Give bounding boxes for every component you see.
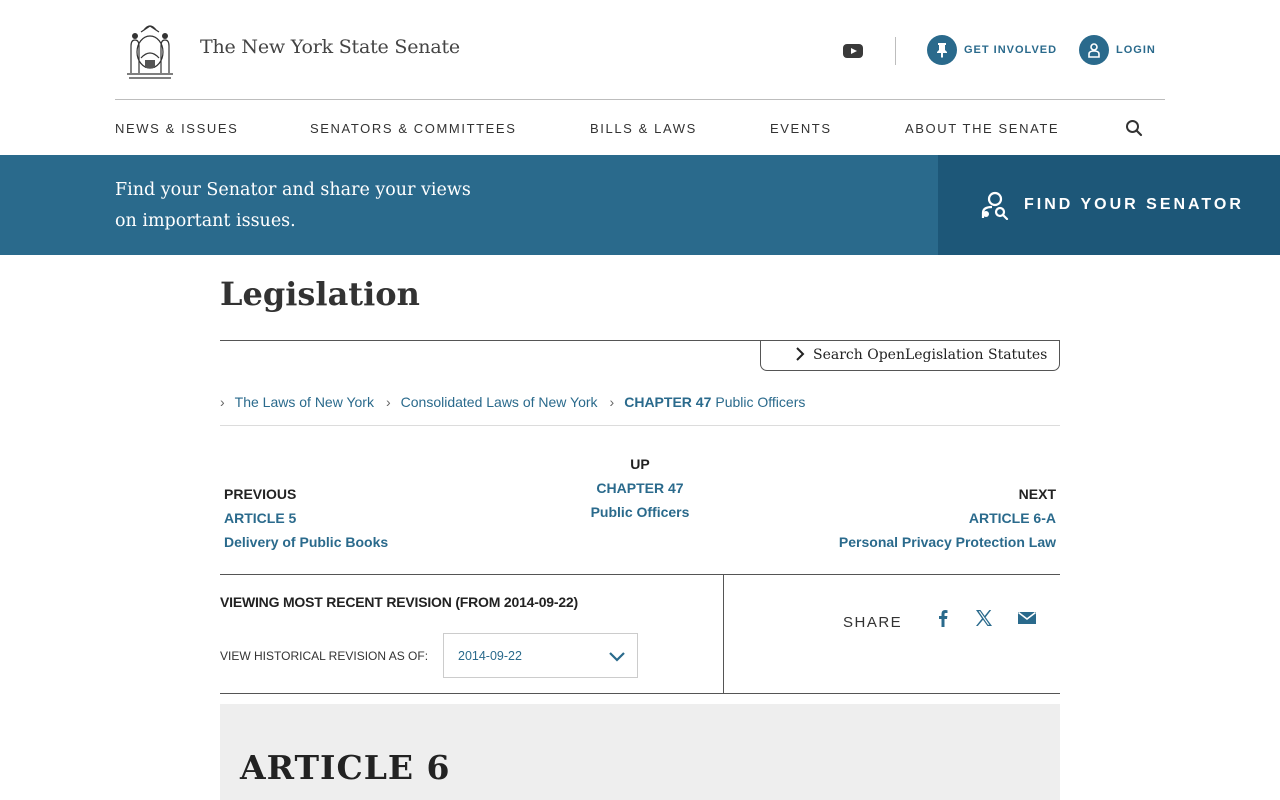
ny-seal-icon[interactable] <box>119 18 181 80</box>
previous-article: PREVIOUS ARTICLE 5 Delivery of Public Bo… <box>224 482 388 554</box>
main-nav: NEWS & ISSUES SENATORS & COMMITTEES BILL… <box>115 100 1165 155</box>
up-chapter-code[interactable]: CHAPTER 47 <box>540 476 740 500</box>
page-title: Legislation <box>220 275 420 313</box>
senator-locator-icon <box>981 191 1009 220</box>
up-chapter: UP CHAPTER 47 Public Officers <box>540 452 740 524</box>
search-icon[interactable] <box>1125 119 1143 137</box>
up-label: UP <box>630 456 650 472</box>
get-involved-button[interactable]: GET INVOLVED <box>927 35 1057 65</box>
user-icon <box>1079 35 1109 65</box>
next-article-code[interactable]: ARTICLE 6-A <box>760 506 1056 530</box>
previous-article-code[interactable]: ARTICLE 5 <box>224 506 388 530</box>
chevron-right-icon: › <box>220 394 225 410</box>
chevron-right-icon <box>796 347 805 361</box>
revision-label: VIEW HISTORICAL REVISION AS OF: <box>220 649 429 663</box>
login-button[interactable]: LOGIN <box>1079 35 1156 65</box>
x-icon[interactable] <box>973 608 995 628</box>
up-chapter-name[interactable]: Public Officers <box>540 500 740 524</box>
find-senator-banner: Find your Senator and share your views o… <box>0 155 1280 255</box>
previous-label: PREVIOUS <box>224 486 297 502</box>
site-title[interactable]: The New York State Senate <box>200 36 460 58</box>
search-openlegislation-label: Search OpenLegislation Statutes <box>813 347 1048 363</box>
breadcrumb-laws-of-new-york[interactable]: The Laws of New York <box>235 394 374 410</box>
revision-selected-value: 2014-09-22 <box>458 648 522 663</box>
next-label: NEXT <box>1018 486 1056 502</box>
nav-senators-committees[interactable]: SENATORS & COMMITTEES <box>310 121 516 136</box>
revision-title: VIEWING MOST RECENT REVISION (FROM 2014-… <box>220 594 578 610</box>
breadcrumb: › The Laws of New York › Consolidated La… <box>220 394 817 410</box>
login-label: LOGIN <box>1116 44 1156 56</box>
article-header: ARTICLE 6 <box>220 704 1060 800</box>
chevron-down-icon <box>609 652 625 662</box>
chevron-right-icon: › <box>385 394 391 410</box>
find-your-senator-button[interactable]: FIND YOUR SENATOR <box>938 155 1280 255</box>
revision-top-divider <box>220 574 1060 575</box>
facebook-icon[interactable] <box>932 608 954 628</box>
next-article-name[interactable]: Personal Privacy Protection Law <box>760 530 1056 554</box>
email-icon[interactable] <box>1016 608 1038 628</box>
header-divider <box>895 37 896 65</box>
revision-date-select[interactable]: 2014-09-22 <box>443 633 638 678</box>
next-article: NEXT ARTICLE 6-A Personal Privacy Protec… <box>760 482 1056 554</box>
breadcrumb-chapter-name: Public Officers <box>715 394 806 410</box>
search-openlegislation-statutes-button[interactable]: Search OpenLegislation Statutes <box>760 340 1060 371</box>
article-title: ARTICLE 6 <box>240 748 451 787</box>
chevron-right-icon: › <box>609 394 615 410</box>
breadcrumb-consolidated-laws[interactable]: Consolidated Laws of New York <box>401 394 598 410</box>
revision-share-divider <box>723 575 724 693</box>
breadcrumb-chapter-47[interactable]: CHAPTER 47 <box>624 394 711 410</box>
nav-news-issues[interactable]: NEWS & ISSUES <box>115 121 238 136</box>
breadcrumb-item: › The Laws of New York <box>220 394 374 410</box>
pushpin-icon <box>927 35 957 65</box>
banner-text: Find your Senator and share your views o… <box>115 180 471 231</box>
breadcrumb-divider <box>220 425 1060 426</box>
share-label: SHARE <box>843 614 903 631</box>
get-involved-label: GET INVOLVED <box>964 44 1058 56</box>
previous-article-name[interactable]: Delivery of Public Books <box>224 530 388 554</box>
nav-events[interactable]: EVENTS <box>770 121 832 136</box>
nav-bills-laws[interactable]: BILLS & LAWS <box>590 121 697 136</box>
nav-about-senate[interactable]: ABOUT THE SENATE <box>905 121 1059 136</box>
breadcrumb-item: › Consolidated Laws of New York <box>386 394 598 410</box>
site-header: The New York State Senate GET INVOLVED L… <box>115 0 1165 100</box>
breadcrumb-item: › CHAPTER 47 Public Officers <box>610 394 806 410</box>
find-your-senator-label: FIND YOUR SENATOR <box>1024 196 1244 213</box>
youtube-icon[interactable] <box>843 44 863 58</box>
revision-bottom-divider <box>220 693 1060 694</box>
